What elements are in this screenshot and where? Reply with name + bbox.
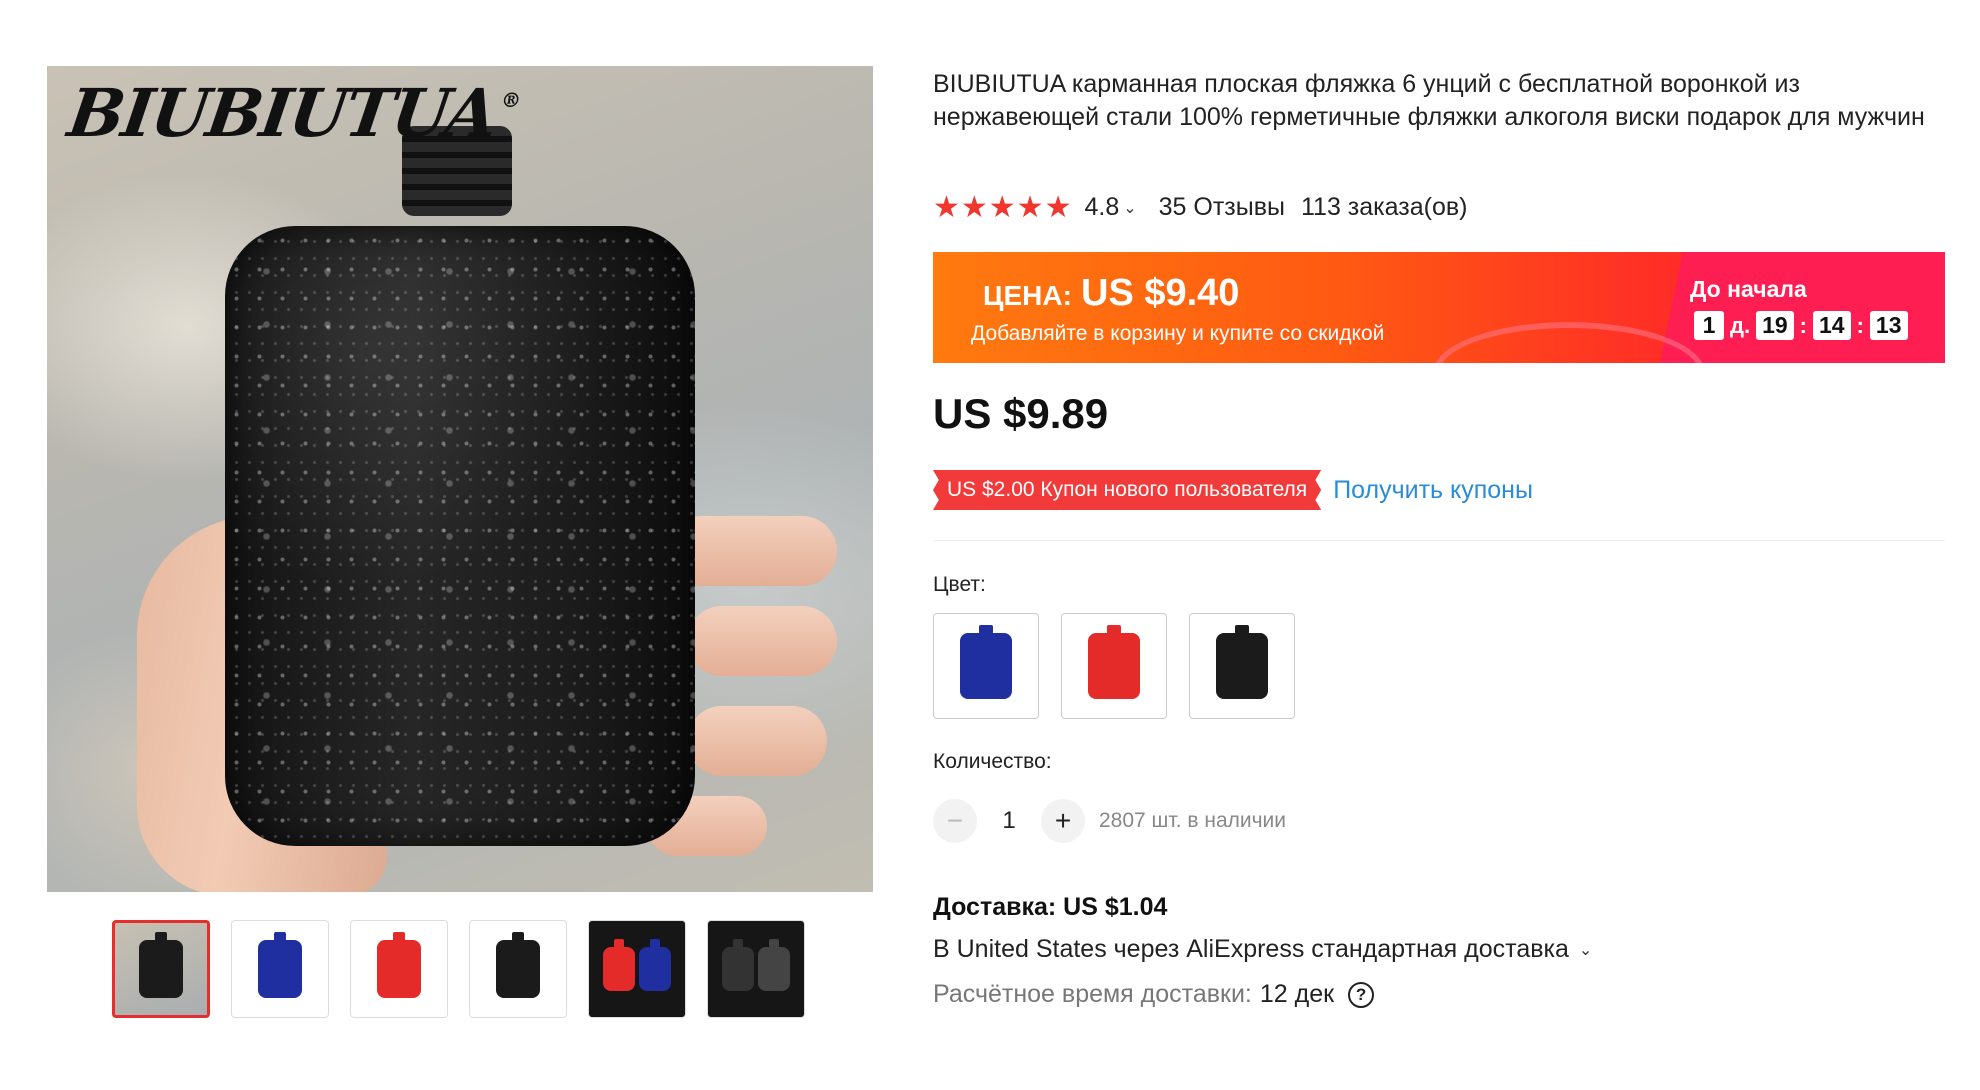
quantity-input[interactable]: 1 (977, 807, 1041, 835)
flask-thumb-icon (377, 932, 421, 998)
thumbnail-black[interactable] (469, 920, 567, 1018)
coupon-row: US $2.00 Купон нового пользователя Получ… (933, 470, 1533, 510)
flask-thumb-icon (603, 939, 635, 991)
promo-subtitle: Добавляйте в корзину и купите со скидкой (971, 322, 1385, 345)
flask-thumb-icon (139, 932, 183, 998)
color-swatch-red[interactable] (1061, 613, 1167, 719)
rating-row: ★★★★★ 4.8 ⌄ 35 Отзывы 113 заказа(ов) (933, 190, 1467, 225)
thumbnail-strip (112, 920, 805, 1018)
countdown-seconds: 13 (1869, 311, 1908, 340)
current-price: US $9.89 (933, 390, 1109, 437)
section-divider (933, 540, 1945, 541)
chevron-down-icon[interactable]: ⌄ (1123, 198, 1136, 218)
flask-thumb-icon (496, 932, 540, 998)
chevron-down-icon: ⌄ (1578, 941, 1593, 959)
color-label: Цвет: (933, 573, 986, 596)
thumbnail-photo-hand[interactable] (112, 920, 210, 1018)
quantity-increase-button[interactable]: + (1041, 799, 1085, 843)
flask-blue-icon (960, 625, 1012, 699)
thumbnail-red[interactable] (350, 920, 448, 1018)
promo-banner: ЦЕНА: US $9.40 Добавляйте в корзину и ку… (933, 252, 1945, 363)
countdown-title: До начала (1690, 276, 1807, 302)
flask-thumb-icon (758, 939, 790, 991)
flask-red-icon (1088, 625, 1140, 699)
stock-count: 2807 шт. в наличии (1099, 809, 1287, 832)
delivery-cost: Доставка: US $1.04 (933, 893, 1168, 921)
flask-black-icon (1216, 625, 1268, 699)
delivery-estimate: Расчётное время доставки: 12 дек ? (933, 980, 1375, 1009)
thumbnail-red-blue-pair[interactable] (588, 920, 686, 1018)
registered-mark: ® (499, 88, 521, 112)
countdown-timer: 1 д. 19 : 14 : 13 (1688, 311, 1914, 340)
color-swatch-black[interactable] (1189, 613, 1295, 719)
quantity-stepper: − 1 + 2807 шт. в наличии (933, 799, 1286, 843)
coupon-tag: US $2.00 Купон нового пользователя (933, 470, 1322, 510)
finger-shape (687, 606, 837, 676)
reviews-link[interactable]: 35 Отзывы (1159, 193, 1285, 222)
countdown-minutes: 14 (1813, 311, 1851, 340)
countdown-separator: : (1799, 312, 1807, 338)
flask-thumb-icon (258, 932, 302, 998)
get-coupons-link[interactable]: Получить купоны (1333, 476, 1533, 505)
flask-thumb-icon (639, 939, 671, 991)
delivery-time-label: Расчётное время доставки: (933, 980, 1252, 1008)
thumbnail-black-pair[interactable] (707, 920, 805, 1018)
countdown-panel: До начала 1 д. 19 : 14 : 13 (1660, 252, 1945, 363)
finger-shape (687, 706, 827, 776)
promo-label: ЦЕНА: (983, 280, 1072, 311)
countdown-hours: 19 (1756, 311, 1794, 340)
rating-value[interactable]: 4.8 (1084, 193, 1119, 222)
promo-price: US $9.40 (1081, 272, 1240, 314)
thumbnail-blue[interactable] (231, 920, 329, 1018)
product-title: BIUBIUTUA карманная плоская фляжка 6 унц… (933, 70, 1925, 131)
question-circle-icon[interactable]: ? (1348, 981, 1375, 1008)
quantity-decrease-button[interactable]: − (933, 799, 977, 843)
countdown-separator: : (1856, 312, 1864, 338)
quantity-label: Количество: (933, 750, 1052, 773)
star-rating-icon: ★★★★★ (933, 191, 1073, 224)
orders-count: 113 заказа(ов) (1301, 193, 1468, 221)
delivery-method-text: В United States через AliExpress стандар… (933, 935, 1569, 963)
countdown-days-unit: д. (1730, 312, 1751, 338)
color-swatch-blue[interactable] (933, 613, 1039, 719)
brand-logo: BIUBIUTUA® (64, 74, 523, 152)
delivery-date: 12 дек (1259, 980, 1335, 1008)
main-product-image[interactable]: BIUBIUTUA® (47, 66, 873, 892)
brand-logo-text: BIUBIUTUA (63, 74, 501, 152)
flask-body (225, 226, 695, 846)
countdown-days: 1 (1694, 311, 1724, 340)
color-swatches (933, 613, 1295, 719)
flask-thumb-icon (722, 939, 754, 991)
delivery-method-selector[interactable]: В United States через AliExpress стандар… (933, 935, 1592, 964)
